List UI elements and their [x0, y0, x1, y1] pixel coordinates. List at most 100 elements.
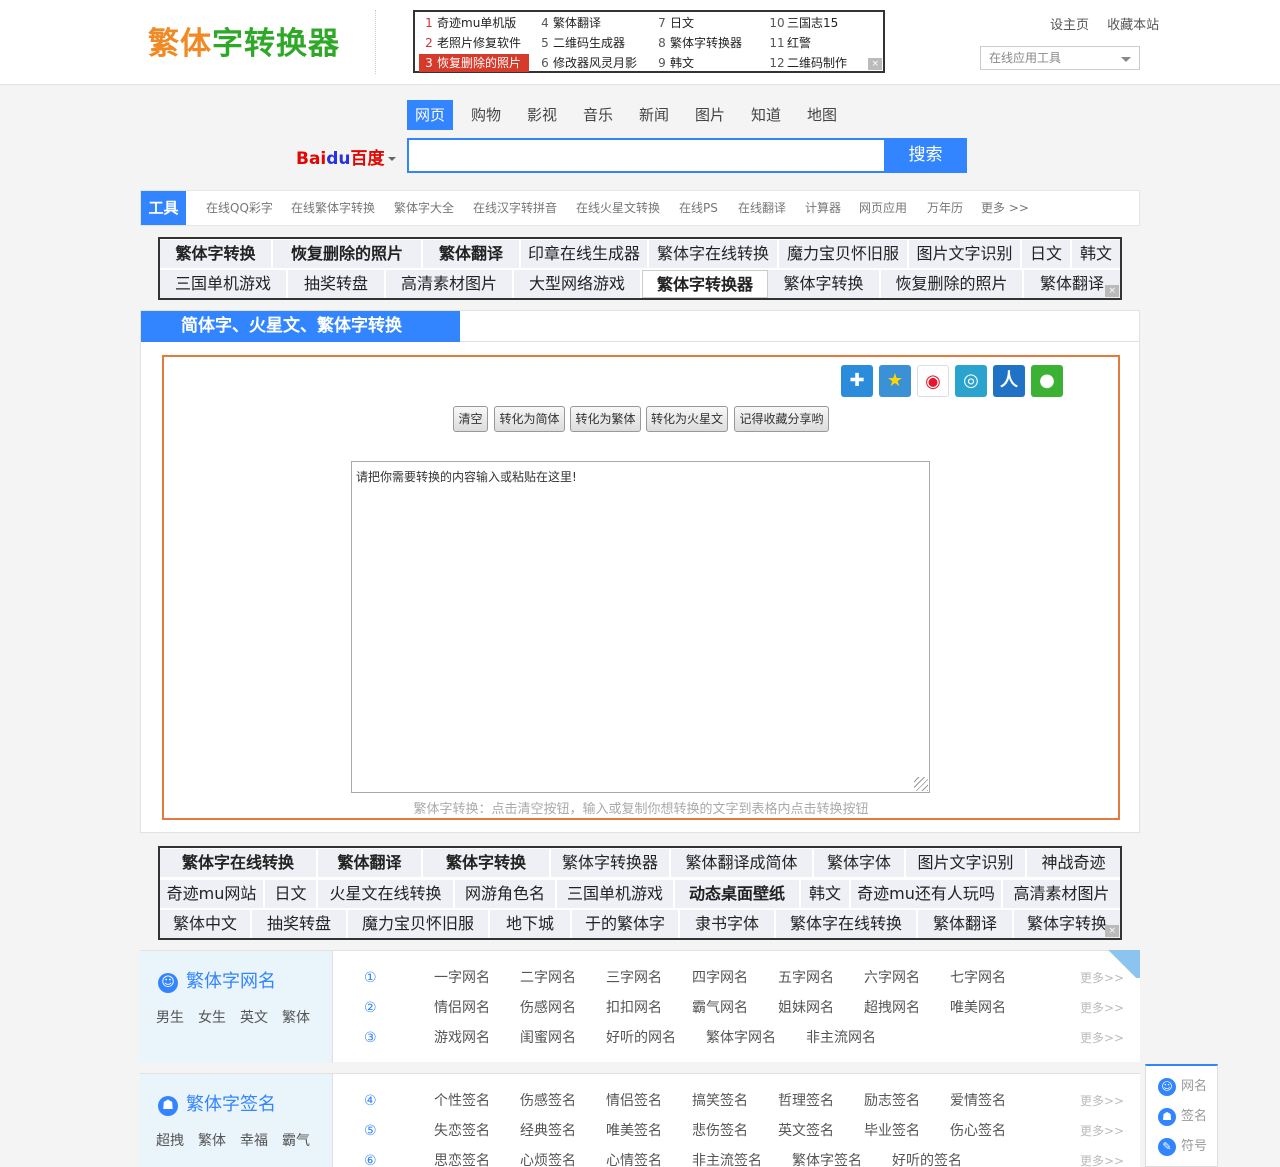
tencent-weibo-icon[interactable]: ◎	[955, 365, 987, 397]
search-input[interactable]	[407, 138, 885, 173]
tool-link[interactable]: 繁体字大全	[394, 191, 454, 225]
list-link[interactable]: 霸气网名	[692, 993, 748, 1023]
names-title[interactable]: ☺ 繁体字网名	[158, 967, 276, 993]
ad-link[interactable]: 高清素材图片	[386, 270, 514, 298]
ad-link[interactable]: 繁体字转换器	[551, 849, 671, 877]
to-simplified-button[interactable]: 转化为简体	[494, 406, 565, 432]
ad-link[interactable]: 繁体翻译成简体	[671, 849, 814, 877]
top-ad-item[interactable]: 2 老照片修复软件	[421, 34, 521, 52]
list-link[interactable]: 唯美网名	[950, 993, 1006, 1023]
weibo-icon[interactable]: ◉	[917, 365, 949, 397]
ad-link[interactable]: 火星文在线转换	[318, 880, 455, 908]
signature-title[interactable]: ☗ 繁体字签名	[158, 1090, 276, 1116]
list-link[interactable]: 毕业签名	[864, 1116, 920, 1146]
ad-link[interactable]: 图片文字识别	[909, 240, 1022, 268]
ad-link[interactable]: 韩文	[801, 880, 851, 908]
to-traditional-button[interactable]: 转化为繁体	[570, 406, 641, 432]
list-link[interactable]: 伤心签名	[950, 1116, 1006, 1146]
renren-icon[interactable]: 人	[993, 365, 1025, 397]
ad-link[interactable]: 繁体字在线转换	[776, 910, 918, 938]
list-link[interactable]: 姐妹网名	[778, 993, 834, 1023]
tag-link[interactable]: 英文	[240, 1010, 268, 1026]
top-ad-item[interactable]: 6 修改器风灵月影	[537, 54, 637, 72]
more-link[interactable]: 更多>>	[1080, 1023, 1124, 1053]
list-link[interactable]: 六字网名	[864, 963, 920, 993]
ad-link[interactable]: 韩文	[1072, 240, 1120, 268]
list-link[interactable]: 三字网名	[606, 963, 662, 993]
list-link[interactable]: 好听的签名	[892, 1146, 962, 1167]
list-link[interactable]: 繁体字网名	[706, 1023, 776, 1053]
conversion-textarea[interactable]: 请把你需要转换的内容输入或粘贴在这里!	[351, 461, 930, 793]
list-link[interactable]: 思恋签名	[434, 1146, 490, 1167]
list-link[interactable]: 唯美签名	[606, 1116, 662, 1146]
list-link[interactable]: 经典签名	[520, 1116, 576, 1146]
list-link[interactable]: 搞笑签名	[692, 1086, 748, 1116]
search-button[interactable]: 搜索	[884, 138, 967, 173]
top-ad-item[interactable]: 4 繁体翻译	[537, 14, 601, 32]
tool-select[interactable]: 在线应用工具	[980, 46, 1140, 70]
side-nav-symbols[interactable]: ✎ 符号	[1158, 1136, 1207, 1158]
ad-link[interactable]: 繁体字在线转换	[160, 849, 318, 877]
tag-link[interactable]: 男生	[156, 1010, 184, 1026]
top-ad-item[interactable]: 8 繁体字转换器	[654, 34, 742, 52]
tag-link[interactable]: 霸气	[282, 1133, 310, 1149]
more-link[interactable]: 更多>>	[1080, 1116, 1124, 1146]
list-link[interactable]: 一字网名	[434, 963, 490, 993]
ad-link[interactable]: 魔力宝贝怀旧服	[348, 910, 490, 938]
list-link[interactable]: 悲伤签名	[692, 1116, 748, 1146]
search-tab-news[interactable]: 新闻	[631, 100, 677, 130]
ad-link[interactable]: 网游角色名	[455, 880, 557, 908]
clear-button[interactable]: 清空	[453, 406, 488, 432]
search-tab-music[interactable]: 音乐	[575, 100, 621, 130]
ad-link[interactable]: 繁体中文	[160, 910, 252, 938]
list-link[interactable]: 非主流网名	[806, 1023, 876, 1053]
search-tab-zhidao[interactable]: 知道	[743, 100, 789, 130]
ad-link[interactable]: 图片文字识别	[906, 849, 1027, 877]
ad-link[interactable]: 繁体字在线转换	[649, 240, 779, 268]
list-link[interactable]: 繁体字签名	[792, 1146, 862, 1167]
tool-link[interactable]: 在线火星文转换	[576, 191, 660, 225]
set-home-link[interactable]: 设主页	[1050, 18, 1089, 33]
list-link[interactable]: 超拽网名	[864, 993, 920, 1023]
more-tools-link[interactable]: 更多 >>	[981, 191, 1029, 225]
list-link[interactable]: 失恋签名	[434, 1116, 490, 1146]
ad-link[interactable]: 繁体翻译	[423, 240, 521, 268]
ad-link[interactable]: 抽奖转盘	[252, 910, 348, 938]
tool-link[interactable]: 万年历	[927, 191, 963, 225]
list-link[interactable]: 七字网名	[950, 963, 1006, 993]
top-ad-item[interactable]: 5 二维码生成器	[537, 34, 625, 52]
tag-link[interactable]: 女生	[198, 1010, 226, 1026]
more-link[interactable]: 更多>>	[1080, 1146, 1124, 1167]
search-tab-map[interactable]: 地图	[799, 100, 845, 130]
tool-link[interactable]: 在线PS	[679, 191, 718, 225]
tool-link[interactable]: 在线QQ彩字	[206, 191, 273, 225]
more-link[interactable]: 更多>>	[1080, 993, 1124, 1023]
list-link[interactable]: 情侣签名	[606, 1086, 662, 1116]
list-link[interactable]: 伤感签名	[520, 1086, 576, 1116]
ad-link[interactable]: 繁体字转换器	[642, 270, 768, 298]
list-link[interactable]: 爱情签名	[950, 1086, 1006, 1116]
ad-link[interactable]: 繁体翻译	[918, 910, 1014, 938]
top-ad-item[interactable]: 1 奇迹mu单机版	[421, 14, 516, 32]
tool-link[interactable]: 网页应用	[859, 191, 907, 225]
ad-link[interactable]: 神战奇迹	[1027, 849, 1120, 877]
ad-link[interactable]: 动态桌面壁纸	[675, 880, 801, 908]
ad-link[interactable]: 日文	[1022, 240, 1072, 268]
top-ad-item[interactable]: 9 韩文	[654, 54, 694, 72]
list-link[interactable]: 扣扣网名	[606, 993, 662, 1023]
ad-close-icon[interactable]: ×	[868, 58, 882, 70]
ad-link[interactable]: 地下城	[490, 910, 572, 938]
ad-link[interactable]: 高清素材图片	[1003, 880, 1120, 908]
ad-link[interactable]: 恢复删除的照片	[273, 240, 423, 268]
ad-link[interactable]: 抽奖转盘	[288, 270, 386, 298]
tool-link[interactable]: 计算器	[805, 191, 841, 225]
ad-link[interactable]: 三国单机游戏	[557, 880, 675, 908]
list-link[interactable]: 五字网名	[778, 963, 834, 993]
qzone-icon[interactable]: ★	[879, 365, 911, 397]
ad-close-icon[interactable]: ×	[1105, 925, 1119, 937]
tool-link[interactable]: 在线翻译	[738, 191, 786, 225]
list-link[interactable]: 二字网名	[520, 963, 576, 993]
top-ad-item[interactable]: 11 红警	[767, 34, 811, 52]
tag-link[interactable]: 超拽	[156, 1133, 184, 1149]
list-link[interactable]: 心情签名	[606, 1146, 662, 1167]
